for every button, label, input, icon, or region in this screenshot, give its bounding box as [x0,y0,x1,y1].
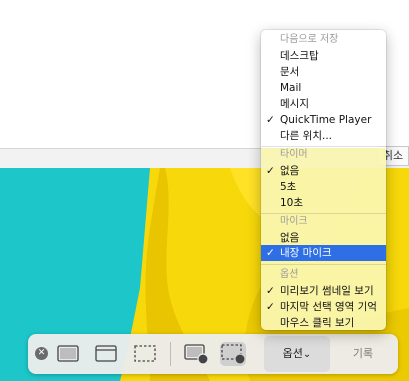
menu-divider [261,264,386,265]
options-menu: 다음으로 저장 데스크탑 문서 Mail 메시지 ✓ QuickTime Play… [261,30,386,330]
record-entire-screen-button[interactable] [183,342,209,366]
options-button[interactable]: 옵션⌄ [264,336,330,372]
menu-item-timer-none[interactable]: ✓ 없음 [261,163,386,179]
menu-item-mic-none[interactable]: 없음 [261,230,386,246]
menu-item-remember-last-selection[interactable]: ✓ 마지막 선택 영역 기억 [261,299,386,315]
checkmark-icon: ✓ [266,247,275,259]
screen-icon [57,345,79,362]
menu-section-timer: 타이머 [280,149,308,160]
menu-item-show-mouse-clicks[interactable]: 마우스 클릭 보기 [261,315,386,330]
menu-item-built-in-microphone[interactable]: ✓ 내장 마이크 [261,245,386,261]
menu-item-desktop[interactable]: 데스크탑 [261,48,386,64]
record-button[interactable]: 기록 [334,336,392,372]
menu-item-messages[interactable]: 메시지 [261,96,386,112]
checkmark-icon: ✓ [266,114,275,126]
chevron-down-icon: ⌄ [302,349,312,360]
window-icon [95,345,117,362]
menu-item-documents[interactable]: 문서 [261,64,386,80]
checkmark-icon: ✓ [266,285,275,297]
menu-section-save-to: 다음으로 저장 [280,34,339,45]
capture-selected-portion-button[interactable] [132,342,158,366]
menu-item-timer-10s[interactable]: 10초 [261,195,386,211]
menu-item-timer-5s[interactable]: 5초 [261,179,386,195]
screenshot-toolbar: ✕ 옵션⌄ 기록 [28,334,398,374]
menu-item-quicktime-player[interactable]: ✓ QuickTime Player [261,112,386,128]
dashed-record-icon [221,344,246,365]
capture-entire-screen-button[interactable] [55,342,81,366]
toolbar-divider [170,342,171,366]
close-icon[interactable]: ✕ [35,347,48,360]
checkmark-icon: ✓ [266,165,275,177]
record-selected-portion-button[interactable] [220,342,246,366]
menu-section-options: 옵션 [280,269,299,280]
menu-section-microphone: 마이크 [280,216,308,227]
screen-record-icon [184,344,209,365]
menu-item-other-location[interactable]: 다른 위치... [261,128,386,144]
menu-item-show-floating-thumbnail[interactable]: ✓ 미리보기 썸네일 보기 [261,283,386,299]
checkmark-icon: ✓ [266,301,275,313]
dashed-rect-icon [134,345,156,362]
capture-selected-window-button[interactable] [93,342,119,366]
options-label: 옵션 [282,347,303,360]
menu-item-mail[interactable]: Mail [261,80,386,96]
